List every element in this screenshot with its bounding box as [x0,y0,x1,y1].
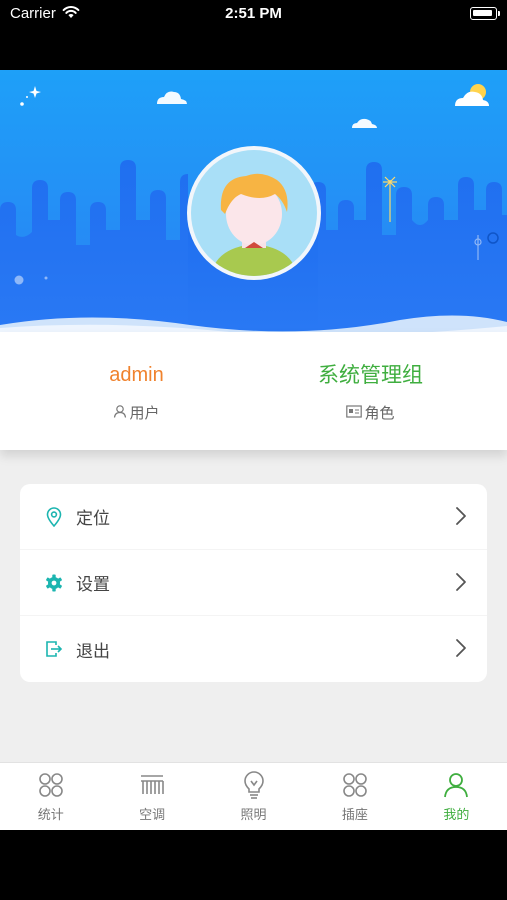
tab-lighting[interactable]: 照明 [203,763,304,830]
chevron-right-icon [455,506,467,530]
avatar[interactable] [187,146,321,280]
status-time: 2:51 PM [225,5,282,22]
user-info: admin 用户 [10,360,263,423]
menu-item-label: 退出 [76,641,110,662]
status-bar: Carrier 2:51 PM [0,0,507,30]
battery-icon [470,7,500,20]
person-icon [442,771,470,799]
role-text: 系统管理组 [318,363,423,387]
logout-icon [43,638,65,660]
user-label: 用户 [129,404,160,422]
tab-label: 插座 [341,808,368,823]
role-label: 角色 [364,404,395,422]
settings-menu: 定位 设置 退出 [20,484,487,682]
tab-mine[interactable]: 我的 [406,763,507,830]
profile-screen: admin 用户 系统管理组 角色 定位 设置 退出 统计 空调 照明 插座 我… [0,70,507,830]
chevron-right-icon [455,638,467,662]
gear-icon [43,572,65,594]
tab-statistics[interactable]: 统计 [0,763,101,830]
tab-label: 我的 [443,808,470,823]
location-pin-icon [43,506,65,528]
tab-air-conditioner[interactable]: 空调 [101,763,202,830]
role-info: 系统管理组 角色 [244,360,497,423]
user-icon [113,404,127,422]
tab-bar: 统计 空调 照明 插座 我的 [0,762,507,830]
menu-item-location[interactable]: 定位 [20,484,487,550]
menu-item-label: 定位 [76,509,110,529]
user-label-row: 用户 [10,402,263,423]
tab-label: 统计 [37,808,64,823]
light-bulb-icon [240,771,268,799]
air-conditioner-icon [138,771,166,799]
menu-item-settings[interactable]: 设置 [20,550,487,616]
menu-item-label: 设置 [76,575,110,595]
chevron-right-icon [455,572,467,596]
socket-icon [341,771,369,799]
menu-item-logout[interactable]: 退出 [20,616,487,682]
tab-socket[interactable]: 插座 [304,763,405,830]
profile-card: admin 用户 系统管理组 角色 [0,332,507,450]
tab-label: 空调 [139,808,166,823]
username-text: admin [109,364,164,386]
tab-label: 照明 [240,808,267,823]
id-card-icon [346,404,363,422]
role-label-row: 角色 [244,402,497,423]
grid-circles-icon [37,771,65,799]
